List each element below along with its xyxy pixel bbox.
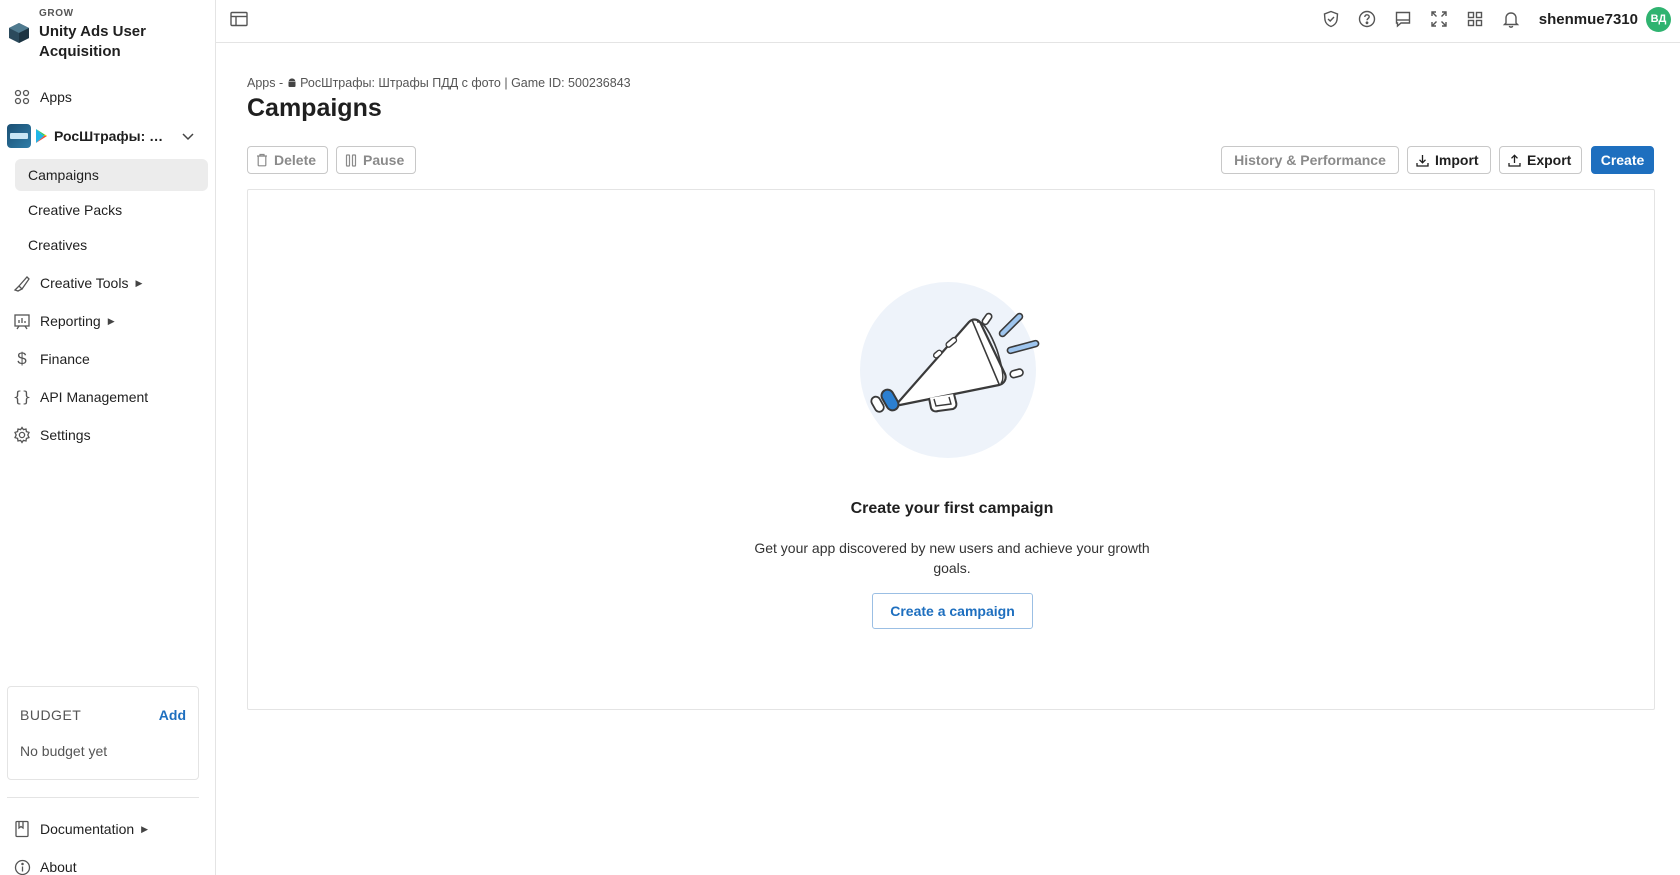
caret-right-icon: ▶	[141, 823, 149, 834]
breadcrumb-divider: |	[504, 76, 508, 90]
avatar[interactable]: ВД	[1646, 6, 1671, 32]
sidebar-item-label: About	[40, 859, 77, 875]
brand-title: Unity Ads User Acquisition	[39, 23, 146, 60]
sidebar-item-label: Documentation	[40, 821, 135, 837]
sidebar-item-finance[interactable]: $ Finance	[0, 340, 216, 378]
breadcrumb-apps-link[interactable]: Apps	[247, 76, 276, 90]
megaphone-illustration-icon	[860, 282, 1040, 458]
sidebar-item-campaigns[interactable]: Campaigns	[15, 159, 208, 191]
page-title: Campaigns	[247, 94, 382, 122]
shield-check-icon[interactable]	[1321, 9, 1341, 29]
download-icon	[1416, 154, 1429, 167]
budget-empty-text: No budget yet	[20, 743, 108, 759]
gear-icon	[13, 426, 31, 444]
chevron-down-icon[interactable]	[182, 128, 194, 144]
empty-state-title: Create your first campaign	[850, 500, 1054, 517]
budget-add-link[interactable]: Add	[159, 707, 186, 723]
sidebar-item-label: Reporting	[40, 313, 101, 329]
top-bar-actions: shenmue7310 ВД	[1313, 0, 1680, 38]
create-campaign-button[interactable]: Create a campaign	[872, 593, 1033, 629]
apps-grid-icon	[13, 88, 31, 106]
android-icon	[288, 78, 296, 87]
budget-card: BUDGET Add No budget yet	[7, 686, 199, 780]
sidebar-toggle-icon[interactable]	[229, 10, 249, 28]
caret-right-icon: ▶	[107, 315, 115, 326]
import-label: Import	[1435, 152, 1479, 168]
sidebar-item-label: Finance	[40, 351, 90, 367]
pause-button[interactable]: Pause	[336, 146, 416, 174]
breadcrumb-separator: -	[278, 76, 284, 90]
campaigns-toolbar: Delete Pause History & Performance Impor…	[247, 146, 1655, 176]
dollar-icon: $	[17, 349, 27, 368]
app-switcher-grid-icon[interactable]	[1465, 9, 1485, 29]
sidebar: GROW Unity Ads User Acquisition Apps Рос…	[0, 0, 216, 875]
fullscreen-icon[interactable]	[1429, 9, 1449, 29]
upload-icon	[1508, 153, 1521, 167]
sidebar-item-label: Apps	[40, 89, 72, 105]
sidebar-divider	[7, 797, 199, 798]
sidebar-bottom-nav: Documentation ▶ About	[0, 810, 216, 875]
brand-eyebrow: GROW	[39, 8, 74, 19]
info-icon	[13, 858, 31, 875]
delete-button[interactable]: Delete	[247, 146, 328, 174]
sidebar-app-selector[interactable]: РосШтрафы: Штрафы ПДД с фото	[0, 116, 216, 156]
delete-label: Delete	[274, 152, 317, 168]
messages-icon[interactable]	[1393, 9, 1413, 29]
create-button[interactable]: Create	[1591, 146, 1654, 174]
app-thumbnail	[7, 124, 31, 148]
sidebar-item-settings[interactable]: Settings	[0, 416, 216, 454]
report-chart-icon	[13, 312, 31, 330]
sidebar-item-label: API Management	[40, 389, 149, 405]
sidebar-item-apps[interactable]: Apps	[0, 78, 216, 116]
export-label: Export	[1527, 152, 1572, 168]
sidebar-item-about[interactable]: About	[0, 848, 216, 875]
bell-icon[interactable]	[1501, 9, 1521, 29]
sidebar-item-creatives[interactable]: Creatives	[15, 229, 208, 261]
campaigns-empty-panel: Create your first campaign Get your app …	[247, 189, 1655, 710]
sidebar-item-api-management[interactable]: {} API Management	[0, 378, 216, 416]
braces-icon: {}	[12, 388, 32, 406]
breadcrumb-game-id: Game ID: 500236843	[511, 76, 631, 90]
caret-right-icon: ▶	[135, 277, 143, 288]
pause-icon	[345, 153, 357, 167]
app-name: РосШтрафы: Штрафы ПДД с фото	[54, 128, 176, 144]
import-button[interactable]: Import	[1407, 146, 1491, 174]
history-performance-button[interactable]: History & Performance	[1221, 146, 1399, 174]
paintbrush-icon	[13, 274, 31, 292]
pause-label: Pause	[363, 152, 405, 168]
sidebar-item-creative-tools[interactable]: Creative Tools ▶	[0, 264, 216, 302]
sidebar-item-creative-packs[interactable]: Creative Packs	[15, 194, 208, 226]
sidebar-item-documentation[interactable]: Documentation ▶	[0, 810, 216, 848]
sidebar-nav: Apps РосШтрафы: Штрафы ПДД с фото Campai…	[0, 78, 216, 454]
export-button[interactable]: Export	[1499, 146, 1582, 174]
unity-logo-icon	[9, 23, 29, 43]
top-bar: shenmue7310 ВД	[216, 0, 1680, 43]
budget-title: BUDGET	[20, 707, 82, 723]
sidebar-item-reporting[interactable]: Reporting ▶	[0, 302, 216, 340]
brand[interactable]: GROW Unity Ads User Acquisition	[8, 8, 189, 62]
sidebar-item-label: Settings	[40, 427, 91, 443]
google-play-icon	[36, 129, 47, 143]
trash-icon	[256, 153, 268, 167]
breadcrumb-app-name[interactable]: РосШтрафы: Штрафы ПДД с фото	[300, 76, 501, 90]
username[interactable]: shenmue7310	[1539, 11, 1638, 28]
sidebar-item-label: Creative Tools	[40, 275, 129, 291]
help-icon[interactable]	[1357, 9, 1377, 29]
empty-state-description: Get your app discovered by new users and…	[754, 540, 1150, 576]
book-icon	[13, 820, 31, 838]
breadcrumb: Apps - РосШтрафы: Штрафы ПДД с фото | Ga…	[247, 76, 631, 90]
